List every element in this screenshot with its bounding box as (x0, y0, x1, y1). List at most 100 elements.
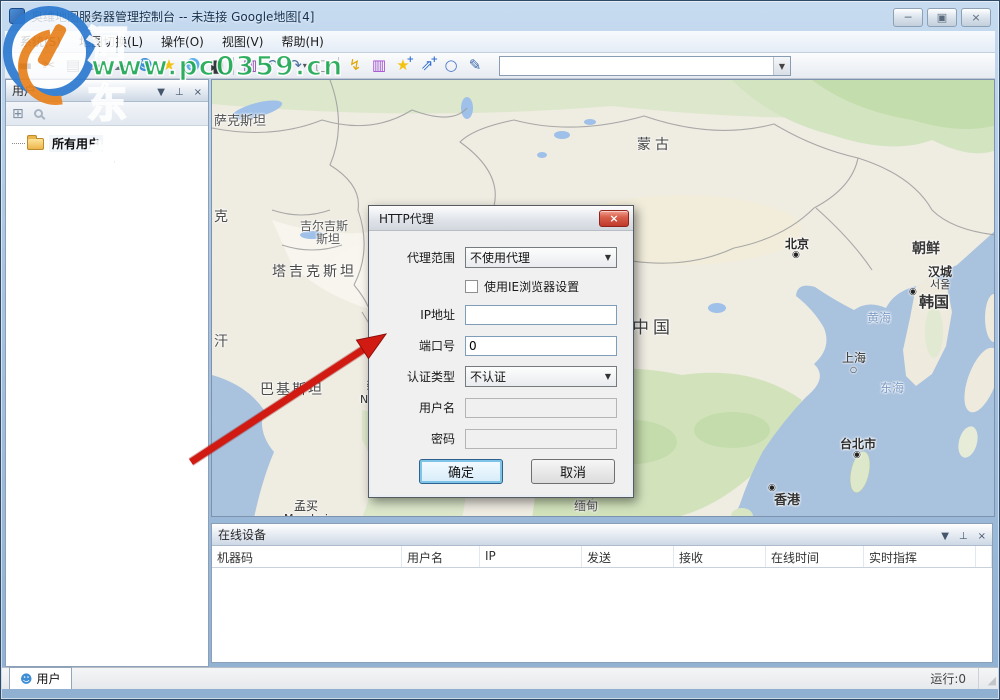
disconnect-icon[interactable]: ✂ (37, 55, 61, 77)
chevron-down-icon: ▼ (600, 253, 616, 262)
user-tree: 所有用户 (6, 126, 208, 160)
map-label-kazakhstan: 萨克斯坦 (214, 115, 266, 128)
dropdown-caret: ▾ (303, 61, 307, 70)
friends-icon[interactable]: ☻ (181, 55, 205, 77)
toolbar-separator (233, 57, 234, 75)
select-region-icon-glyph: ▢ (315, 58, 329, 73)
connect-icon-glyph: ▬ (18, 58, 32, 73)
ok-button[interactable]: 确定 (419, 459, 503, 484)
dialog-close-button[interactable]: × (599, 210, 629, 227)
menu-view[interactable]: 视图(V) (213, 31, 273, 52)
favorites-icon[interactable]: ★ (157, 55, 181, 77)
draw-icon[interactable]: ✎ (463, 55, 487, 77)
dialog-title: HTTP代理 (379, 210, 599, 227)
sidebar-pin-button[interactable]: ⊥ (175, 87, 184, 98)
column-header-username: 用户名 (402, 546, 480, 567)
status-text: 就绪 (2, 670, 918, 687)
menu-operation[interactable]: 操作(O) (152, 31, 213, 52)
redo-icon-glyph: ↷ (289, 58, 302, 73)
map-label-mongolia: 蒙古 (637, 138, 673, 152)
map-label-north-korea: 朝鲜 (912, 242, 940, 256)
friends-icon-glyph: ☻ (185, 58, 201, 73)
ruler-icon[interactable]: ▥ (367, 55, 391, 77)
map-label-kyrgyz-1: 吉尔吉斯 (300, 220, 348, 232)
tab-users[interactable]: ☻用户 (9, 667, 72, 689)
ip-address-input[interactable] (465, 305, 617, 325)
user-icon[interactable]: ☻ (133, 55, 157, 77)
auth-type-select[interactable]: 不认证 ▼ (465, 366, 617, 387)
app-icon (9, 8, 25, 24)
map-marker-taipei: ◉ (853, 451, 861, 460)
users-panel-header: 用户 ▼⊥× (6, 80, 208, 102)
column-header-filler (976, 546, 992, 567)
cancel-button[interactable]: 取消 (531, 459, 615, 484)
log-icon[interactable]: ▤ (61, 55, 85, 77)
favorites-icon-glyph: ★ (162, 58, 175, 73)
add-favorite-icon[interactable]: ★+ (391, 55, 415, 77)
connect-icon[interactable]: ▬ (13, 55, 37, 77)
dropdown-caret: ▾ (279, 61, 283, 70)
map-label-pakistan: 巴基斯坦 (260, 383, 324, 397)
dialog-title-bar: HTTP代理 × (369, 206, 633, 231)
print-icon[interactable]: ▆ (205, 55, 229, 77)
chevron-down-icon: ▼ (600, 372, 616, 381)
users-panel: 用户 ▼⊥× ⊞ 所有用户 (5, 79, 209, 667)
port-input[interactable] (465, 336, 617, 356)
online-devices-title: 在线设备 (218, 526, 931, 543)
sidebar-close-button[interactable]: × (194, 87, 202, 98)
device-table-body[interactable] (212, 568, 992, 662)
minimize-button[interactable]: ─ (893, 8, 923, 27)
select-region-icon[interactable]: ▢ (310, 55, 334, 77)
restore-button[interactable]: ▣ (927, 8, 957, 27)
copy-list-icon[interactable]: ⊞ (12, 106, 24, 122)
undo-icon-glyph: ↶ (265, 58, 278, 73)
column-header-online-time: 在线时间 (766, 546, 864, 567)
chevron-down-icon[interactable]: ▼ (773, 57, 790, 75)
folder-icon (27, 138, 44, 150)
device-pin-button[interactable]: ⊥ (959, 531, 968, 542)
sidebar-collapse-button[interactable]: ▼ (157, 87, 165, 98)
device-collapse-button[interactable]: ▼ (941, 531, 949, 542)
map-label-hongkong: 香港 (774, 494, 800, 507)
print-icon-glyph: ▆ (211, 58, 223, 73)
add-track-icon[interactable]: ⇗+ (415, 55, 439, 77)
menu-map-switch[interactable]: 地图切换(L) (70, 31, 152, 52)
username-label: 用户名 (369, 399, 455, 416)
map-label-ke: 克 (214, 210, 228, 224)
redo-icon[interactable]: ↷▾ (286, 55, 310, 77)
map-label-east-china-sea: 东海 (880, 382, 904, 394)
toolbar-separator (338, 57, 339, 75)
delete-icon[interactable]: ▥ (238, 55, 262, 77)
status-bar: 就绪 运行:0 ◢ (2, 667, 998, 689)
users-panel-buttons: ▼ ⊥ × (147, 84, 202, 98)
map-source-combobox[interactable]: ▼ (499, 56, 791, 76)
map-label-yellow-sea: 黄海 (867, 312, 891, 324)
close-button[interactable]: × (961, 8, 991, 27)
measure-icon[interactable]: ↯ (343, 55, 367, 77)
map-marker-beijing: ◉ (792, 251, 800, 260)
circle-icon[interactable]: ○ (439, 55, 463, 77)
device-close-button[interactable]: × (978, 531, 986, 542)
undo-icon[interactable]: ↶▾ (262, 55, 286, 77)
map-label-kyrgyz-2: 斯坦 (316, 233, 340, 245)
password-label: 密码 (369, 430, 455, 447)
search-icon[interactable] (34, 109, 43, 118)
ie-settings-checkbox[interactable] (465, 280, 478, 293)
column-header-ip: IP (480, 546, 582, 567)
proxy-scope-select[interactable]: 不使用代理 ▼ (465, 247, 617, 268)
map-label-mumbai-zh: 孟买 (294, 500, 318, 512)
plus-badge: + (430, 55, 438, 65)
proxy-scope-label: 代理范围 (369, 249, 455, 266)
tree-item-all-users[interactable]: 所有用户 (12, 134, 202, 152)
column-header-realtime-command: 实时指挥 (864, 546, 976, 567)
map-label-china: 中国 (632, 320, 674, 337)
menu-help[interactable]: 帮助(H) (272, 31, 332, 52)
tree-item-label: 所有用户 (49, 135, 103, 152)
toolbar-icons: ▬✂▤☁☁☻★☻▆▥↶▾↷▾▢↯▥★+⇗+○✎ (13, 55, 487, 77)
cloud-upload-icon[interactable]: ☁ (109, 55, 133, 77)
menu-system[interactable]: 系统(S) (11, 31, 70, 52)
cloud-download-icon[interactable]: ☁ (85, 55, 109, 77)
users-panel-toolbar: ⊞ (6, 102, 208, 126)
map-source-combo-input[interactable] (500, 57, 773, 75)
resize-grip[interactable]: ◢ (978, 668, 998, 689)
